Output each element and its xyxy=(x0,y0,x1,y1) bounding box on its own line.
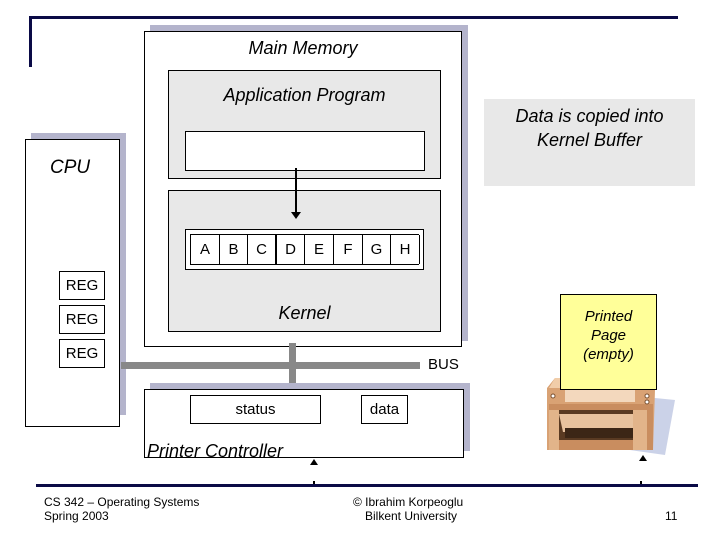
printed-page-line3: (empty) xyxy=(583,346,634,363)
register: REG xyxy=(59,305,105,334)
copy-arrow-head xyxy=(291,212,301,219)
cpu-title: CPU xyxy=(50,157,91,178)
data-register: data xyxy=(361,395,408,424)
left-rule xyxy=(29,16,32,67)
footer-institution: Bilkent University xyxy=(365,509,458,523)
buffer-cell: A xyxy=(191,235,220,264)
footer-term: Spring 2003 xyxy=(44,509,109,523)
application-buffer xyxy=(185,131,425,171)
kernel-buffer: A B C D E F G H xyxy=(185,229,424,270)
buffer-cell: F xyxy=(334,235,363,264)
cpu-box: CPU REG REG REG xyxy=(25,139,120,427)
printer-controller-title: Printer Controller xyxy=(147,441,284,461)
kernel-buffer-cells: A B C D E F G H xyxy=(190,234,420,265)
bus-label: BUS xyxy=(428,356,459,373)
main-memory-box: Main Memory Application Program A B C D … xyxy=(144,31,462,347)
buffer-cell: H xyxy=(391,235,420,264)
kernel-title: Kernel xyxy=(278,303,331,323)
buffer-cell: G xyxy=(363,235,391,264)
callout-text-line1: Data is copied into xyxy=(515,106,664,126)
page-number: 11 xyxy=(665,509,678,523)
printed-page-line1: Printed xyxy=(584,308,633,325)
status-register: status xyxy=(190,395,321,424)
buffer-cell: E xyxy=(305,235,334,264)
buffer-cell: B xyxy=(220,235,248,264)
application-program-panel: Application Program xyxy=(168,70,441,179)
kernel-panel: A B C D E F G H Kernel xyxy=(168,190,441,332)
bus-vertical xyxy=(289,343,296,388)
register: REG xyxy=(59,339,105,368)
printer-controller-box: status data Printer Controller xyxy=(144,389,464,461)
application-program-title: Application Program xyxy=(223,85,386,105)
register: REG xyxy=(59,271,105,300)
footer-author: © Ibrahim Korpeoglu xyxy=(353,495,464,509)
footer-rule xyxy=(36,484,698,487)
top-rule xyxy=(29,16,678,19)
buffer-cell: C xyxy=(248,235,277,264)
printed-page-line2: Page xyxy=(590,327,627,344)
buffer-cell: D xyxy=(277,235,305,264)
copy-arrow xyxy=(295,168,297,214)
footer-course: CS 342 – Operating Systems xyxy=(44,495,200,509)
printed-page-note: Printed Page (empty) xyxy=(560,294,657,390)
main-memory-title: Main Memory xyxy=(248,38,358,58)
bus-horizontal xyxy=(121,362,420,369)
printer-cable-arrow xyxy=(310,459,318,465)
callout-box: Data is copied into Kernel Buffer xyxy=(484,99,695,186)
callout-text-line2: Kernel Buffer xyxy=(536,130,643,150)
